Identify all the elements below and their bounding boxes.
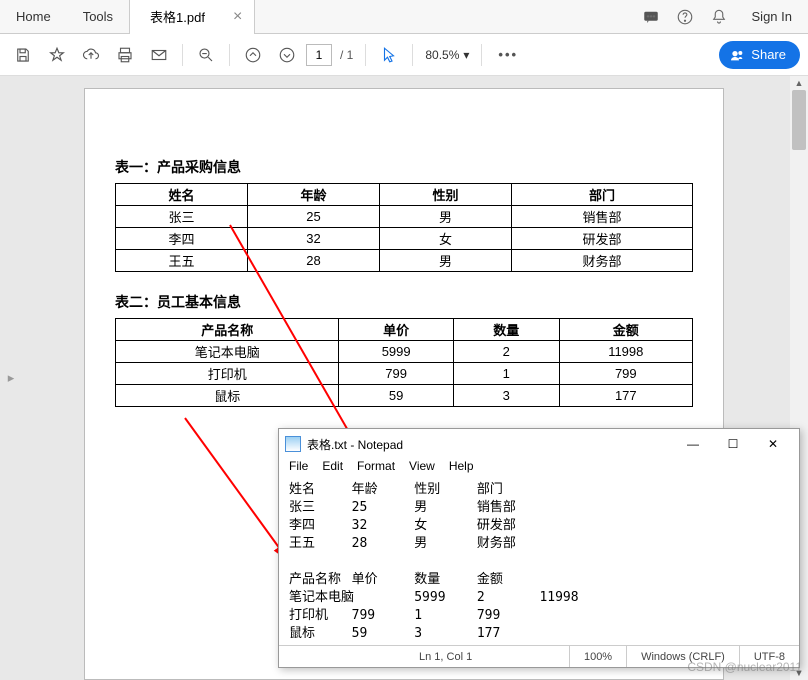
table-cell: 3 [453,385,559,407]
page-up-icon[interactable] [238,40,268,70]
chat-icon[interactable] [634,0,668,34]
document-tab[interactable]: 表格1.pdf × [129,0,255,34]
notepad-app-icon [285,436,301,452]
page-number-input[interactable] [306,44,332,66]
table-row: 王五28男财务部 [116,250,693,272]
table-header: 部门 [511,184,692,206]
cursor-icon[interactable] [374,40,404,70]
table-header: 数量 [453,319,559,341]
minimize-button[interactable]: — [673,430,713,458]
more-icon[interactable]: ••• [490,47,526,62]
notepad-textarea[interactable]: 姓名 年龄 性别 部门 张三 25 男 销售部 李四 32 女 研发部 王五 2… [279,479,799,645]
table-cell: 张三 [116,206,248,228]
table-row: 打印机7991799 [116,363,693,385]
left-rail-toggle[interactable]: ▸ [0,76,22,680]
table-cell: 1 [453,363,559,385]
table-row: 张三25男销售部 [116,206,693,228]
toolbar: / 1 80.5%▾ ••• Share [0,34,808,76]
table-cell: 177 [559,385,692,407]
table-cell: 59 [339,385,453,407]
table-row: 笔记本电脑5999211998 [116,341,693,363]
table2-title: 表二：员工基本信息 [115,292,693,312]
watermark: CSDN @nuclear2011 [687,660,802,674]
table-cell: 799 [559,363,692,385]
page-total-label: / 1 [336,48,357,62]
table-header: 单价 [339,319,453,341]
share-button[interactable]: Share [719,41,800,69]
table2: 产品名称单价数量金额笔记本电脑5999211998打印机7991799鼠标593… [115,318,693,407]
np-zoom: 100% [569,646,626,667]
table-cell: 男 [379,206,511,228]
table-cell: 笔记本电脑 [116,341,339,363]
np-menu-help[interactable]: Help [449,459,474,479]
table1-title: 表一：产品采购信息 [115,157,693,177]
scroll-thumb[interactable] [792,90,806,150]
help-icon[interactable] [668,0,702,34]
table-cell: 财务部 [511,250,692,272]
np-menu-format[interactable]: Format [357,459,395,479]
table-cell: 鼠标 [116,385,339,407]
table-cell: 王五 [116,250,248,272]
table-row: 鼠标593177 [116,385,693,407]
table-cell: 28 [247,250,379,272]
table-header: 姓名 [116,184,248,206]
notepad-title: 表格.txt - Notepad [307,436,403,453]
mail-icon[interactable] [144,40,174,70]
np-menu-view[interactable]: View [409,459,435,479]
table-header: 金额 [559,319,692,341]
close-tab-icon[interactable]: × [233,8,242,26]
upload-cloud-icon[interactable] [76,40,106,70]
app-menubar: Home Tools 表格1.pdf × Sign In [0,0,808,34]
star-icon[interactable] [42,40,72,70]
sign-in-button[interactable]: Sign In [736,0,808,34]
scroll-up-icon[interactable]: ▲ [790,76,808,90]
table-cell: 11998 [559,341,692,363]
close-button[interactable]: ✕ [753,430,793,458]
table-row: 李四32女研发部 [116,228,693,250]
notepad-menubar: File Edit Format View Help [279,459,799,479]
table-cell: 研发部 [511,228,692,250]
chevron-down-icon: ▾ [463,48,469,62]
table-header: 年龄 [247,184,379,206]
table-header: 性别 [379,184,511,206]
np-menu-edit[interactable]: Edit [322,459,343,479]
print-icon[interactable] [110,40,140,70]
table-cell: 5999 [339,341,453,363]
table-cell: 李四 [116,228,248,250]
table-cell: 女 [379,228,511,250]
tab-title: 表格1.pdf [150,7,205,26]
notepad-window: 表格.txt - Notepad — ☐ ✕ File Edit Format … [278,428,800,668]
table-cell: 25 [247,206,379,228]
np-menu-file[interactable]: File [289,459,308,479]
table-cell: 32 [247,228,379,250]
table1: 姓名年龄性别部门张三25男销售部李四32女研发部王五28男财务部 [115,183,693,272]
page-down-icon[interactable] [272,40,302,70]
table-header: 产品名称 [116,319,339,341]
notepad-titlebar[interactable]: 表格.txt - Notepad — ☐ ✕ [279,429,799,459]
table-cell: 男 [379,250,511,272]
np-cursor-pos: Ln 1, Col 1 [279,646,569,667]
save-icon[interactable] [8,40,38,70]
menu-tools[interactable]: Tools [67,0,129,34]
table-cell: 打印机 [116,363,339,385]
zoom-dropdown[interactable]: 80.5%▾ [421,48,473,62]
menu-home[interactable]: Home [0,0,67,34]
maximize-button[interactable]: ☐ [713,430,753,458]
table-cell: 799 [339,363,453,385]
bell-icon[interactable] [702,0,736,34]
table-cell: 销售部 [511,206,692,228]
table-cell: 2 [453,341,559,363]
zoom-out-icon[interactable] [191,40,221,70]
